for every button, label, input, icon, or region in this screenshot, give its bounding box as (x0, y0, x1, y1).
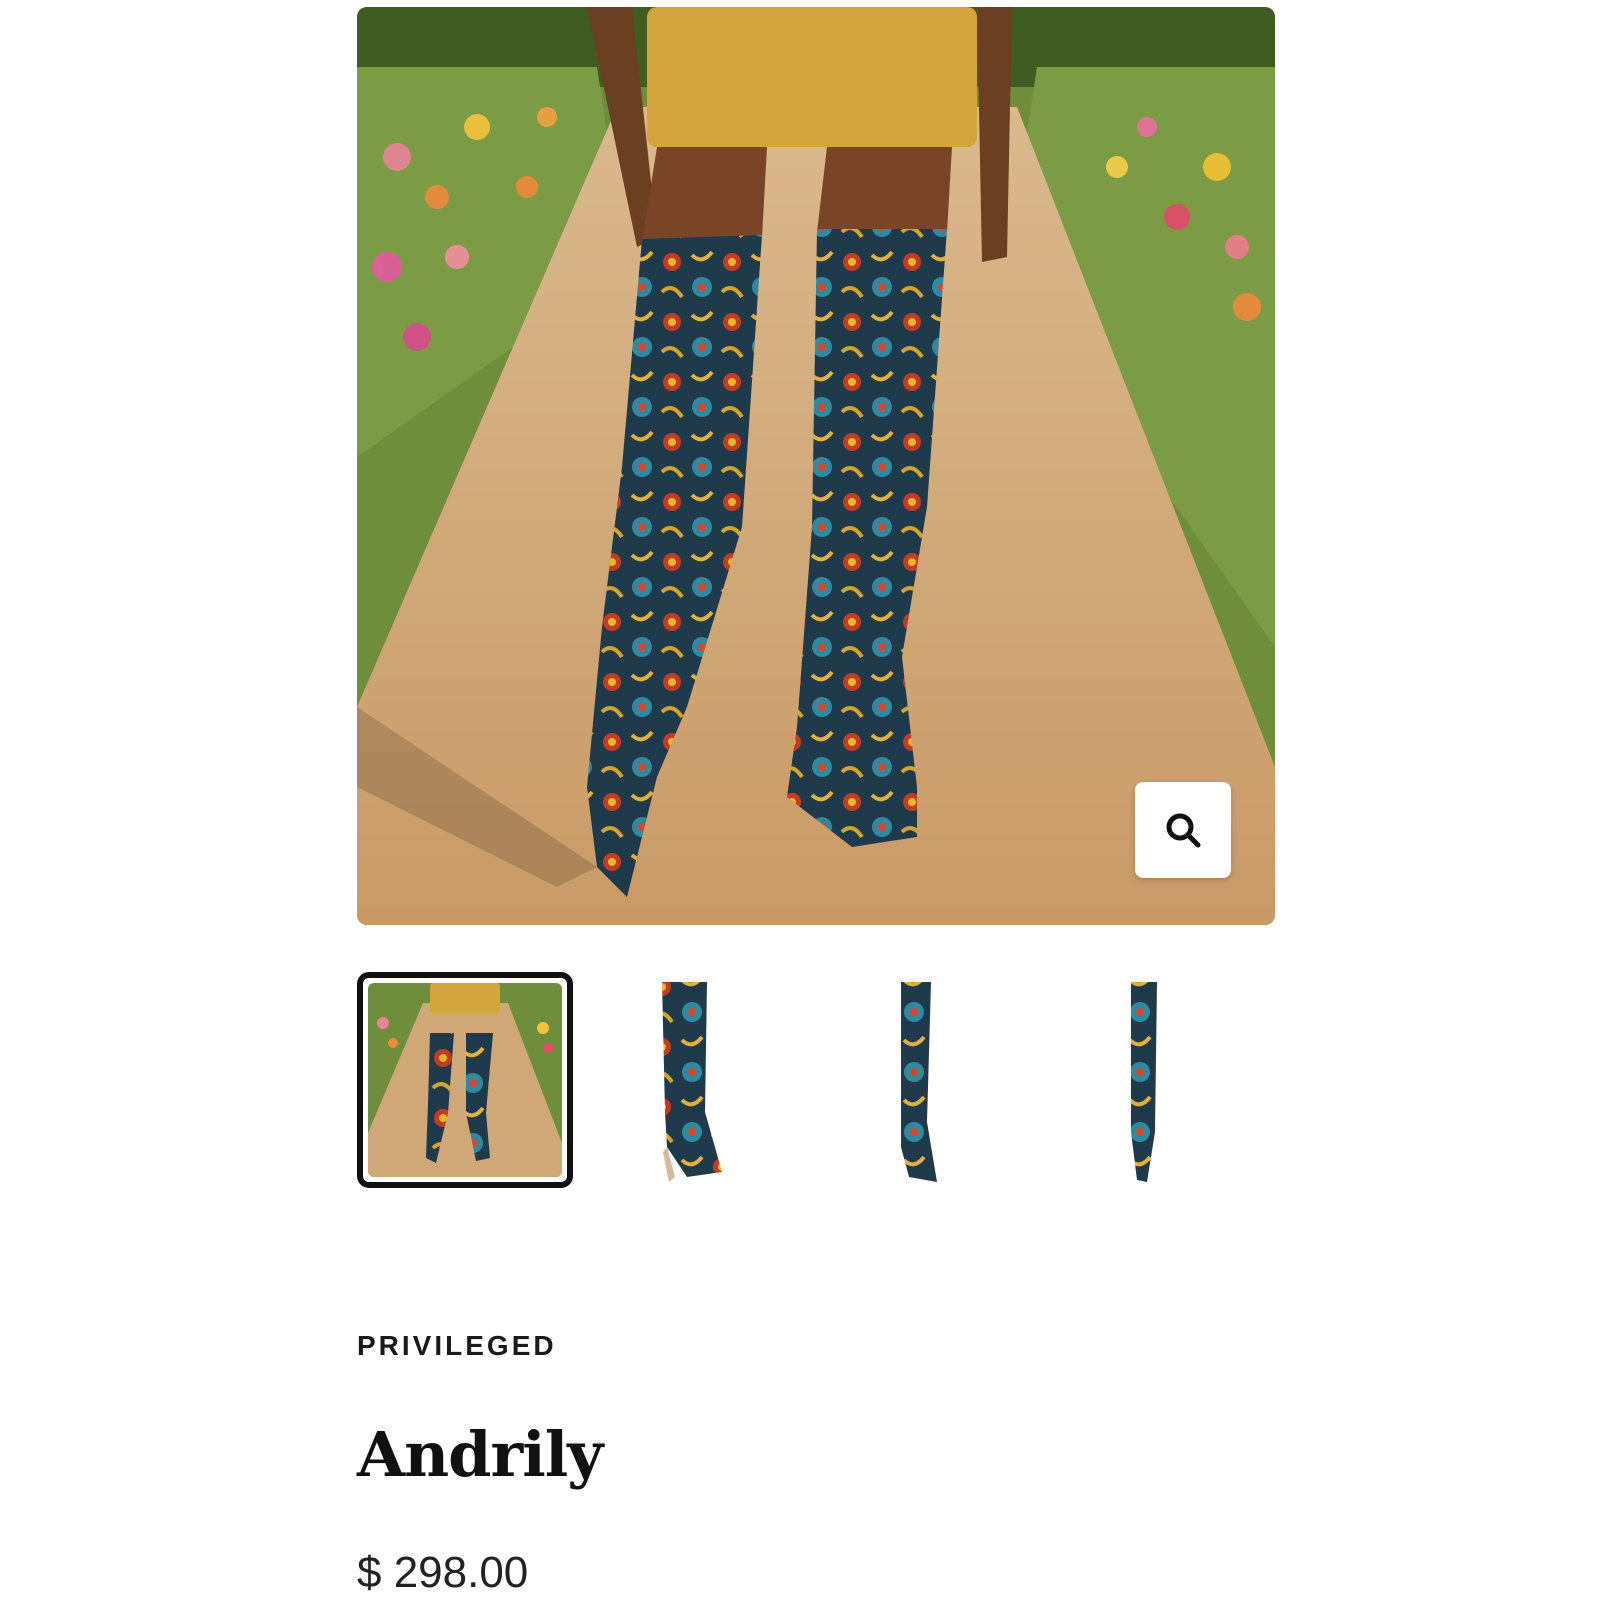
thumbnail-image-boot-side (662, 982, 722, 1182)
thumbnail-image-model (368, 983, 562, 1177)
thumbnail-4[interactable] (1035, 972, 1251, 1188)
product-title: Andrily (357, 1418, 603, 1491)
thumbnail-strip (357, 972, 1317, 1194)
product-price: $ 298.00 (357, 1548, 529, 1597)
thumbnail-1[interactable] (357, 972, 573, 1188)
zoom-button[interactable] (1135, 782, 1231, 878)
thumbnail-2[interactable] (587, 972, 803, 1188)
product-main-image[interactable] (357, 7, 1275, 925)
search-icon (1164, 811, 1202, 849)
thumbnail-3[interactable] (809, 972, 1025, 1188)
product-brand[interactable]: PRIVILEGED (357, 1330, 557, 1362)
thumbnail-image-boot-front (1131, 982, 1157, 1182)
thumbnail-image-boot-angle (901, 982, 937, 1182)
